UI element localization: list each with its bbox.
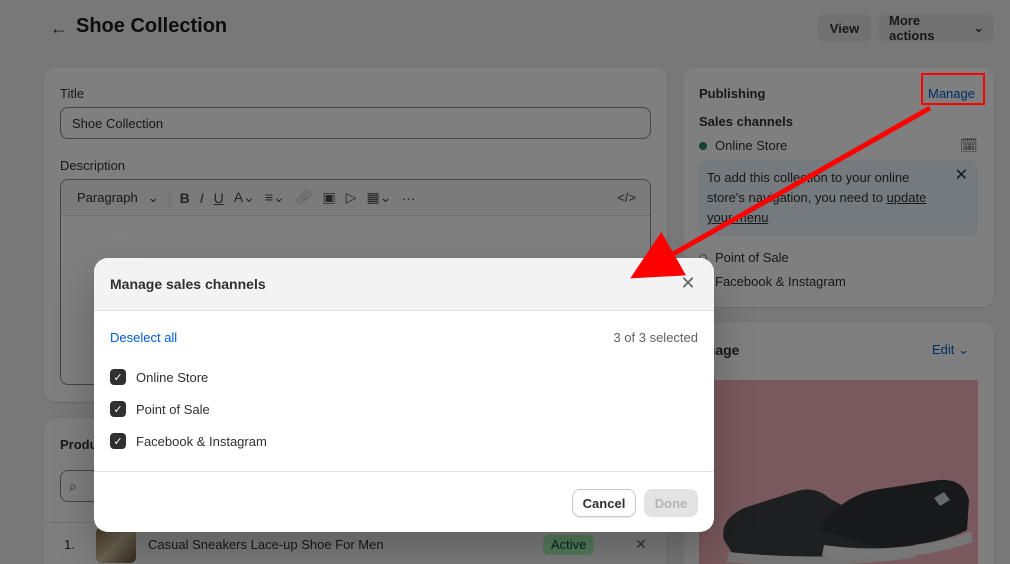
cancel-button[interactable]: Cancel [572,489,636,517]
checkbox-checked-icon[interactable]: ✓ [110,433,126,449]
checkbox-label: Facebook & Instagram [136,433,267,449]
modal-title: Manage sales channels [110,276,266,292]
deselect-all-button[interactable]: Deselect all [110,330,177,345]
channel-checkbox-point-of-sale[interactable]: ✓ Point of Sale [110,401,210,417]
done-button[interactable]: Done [644,489,698,517]
checkbox-label: Online Store [136,369,209,385]
close-icon[interactable]: ✕ [678,273,698,293]
manage-sales-channels-modal: Manage sales channels ✕ Deselect all 3 o… [94,258,714,532]
selected-count: 3 of 3 selected [613,330,698,345]
annotation-highlight-box [921,73,985,105]
checkbox-checked-icon[interactable]: ✓ [110,369,126,385]
modal-header: Manage sales channels ✕ [94,258,714,311]
modal-footer: Cancel Done [94,471,714,532]
checkbox-label: Point of Sale [136,401,210,417]
channel-checkbox-online-store[interactable]: ✓ Online Store [110,369,208,385]
checkbox-checked-icon[interactable]: ✓ [110,401,126,417]
channel-checkbox-facebook-instagram[interactable]: ✓ Facebook & Instagram [110,433,267,449]
